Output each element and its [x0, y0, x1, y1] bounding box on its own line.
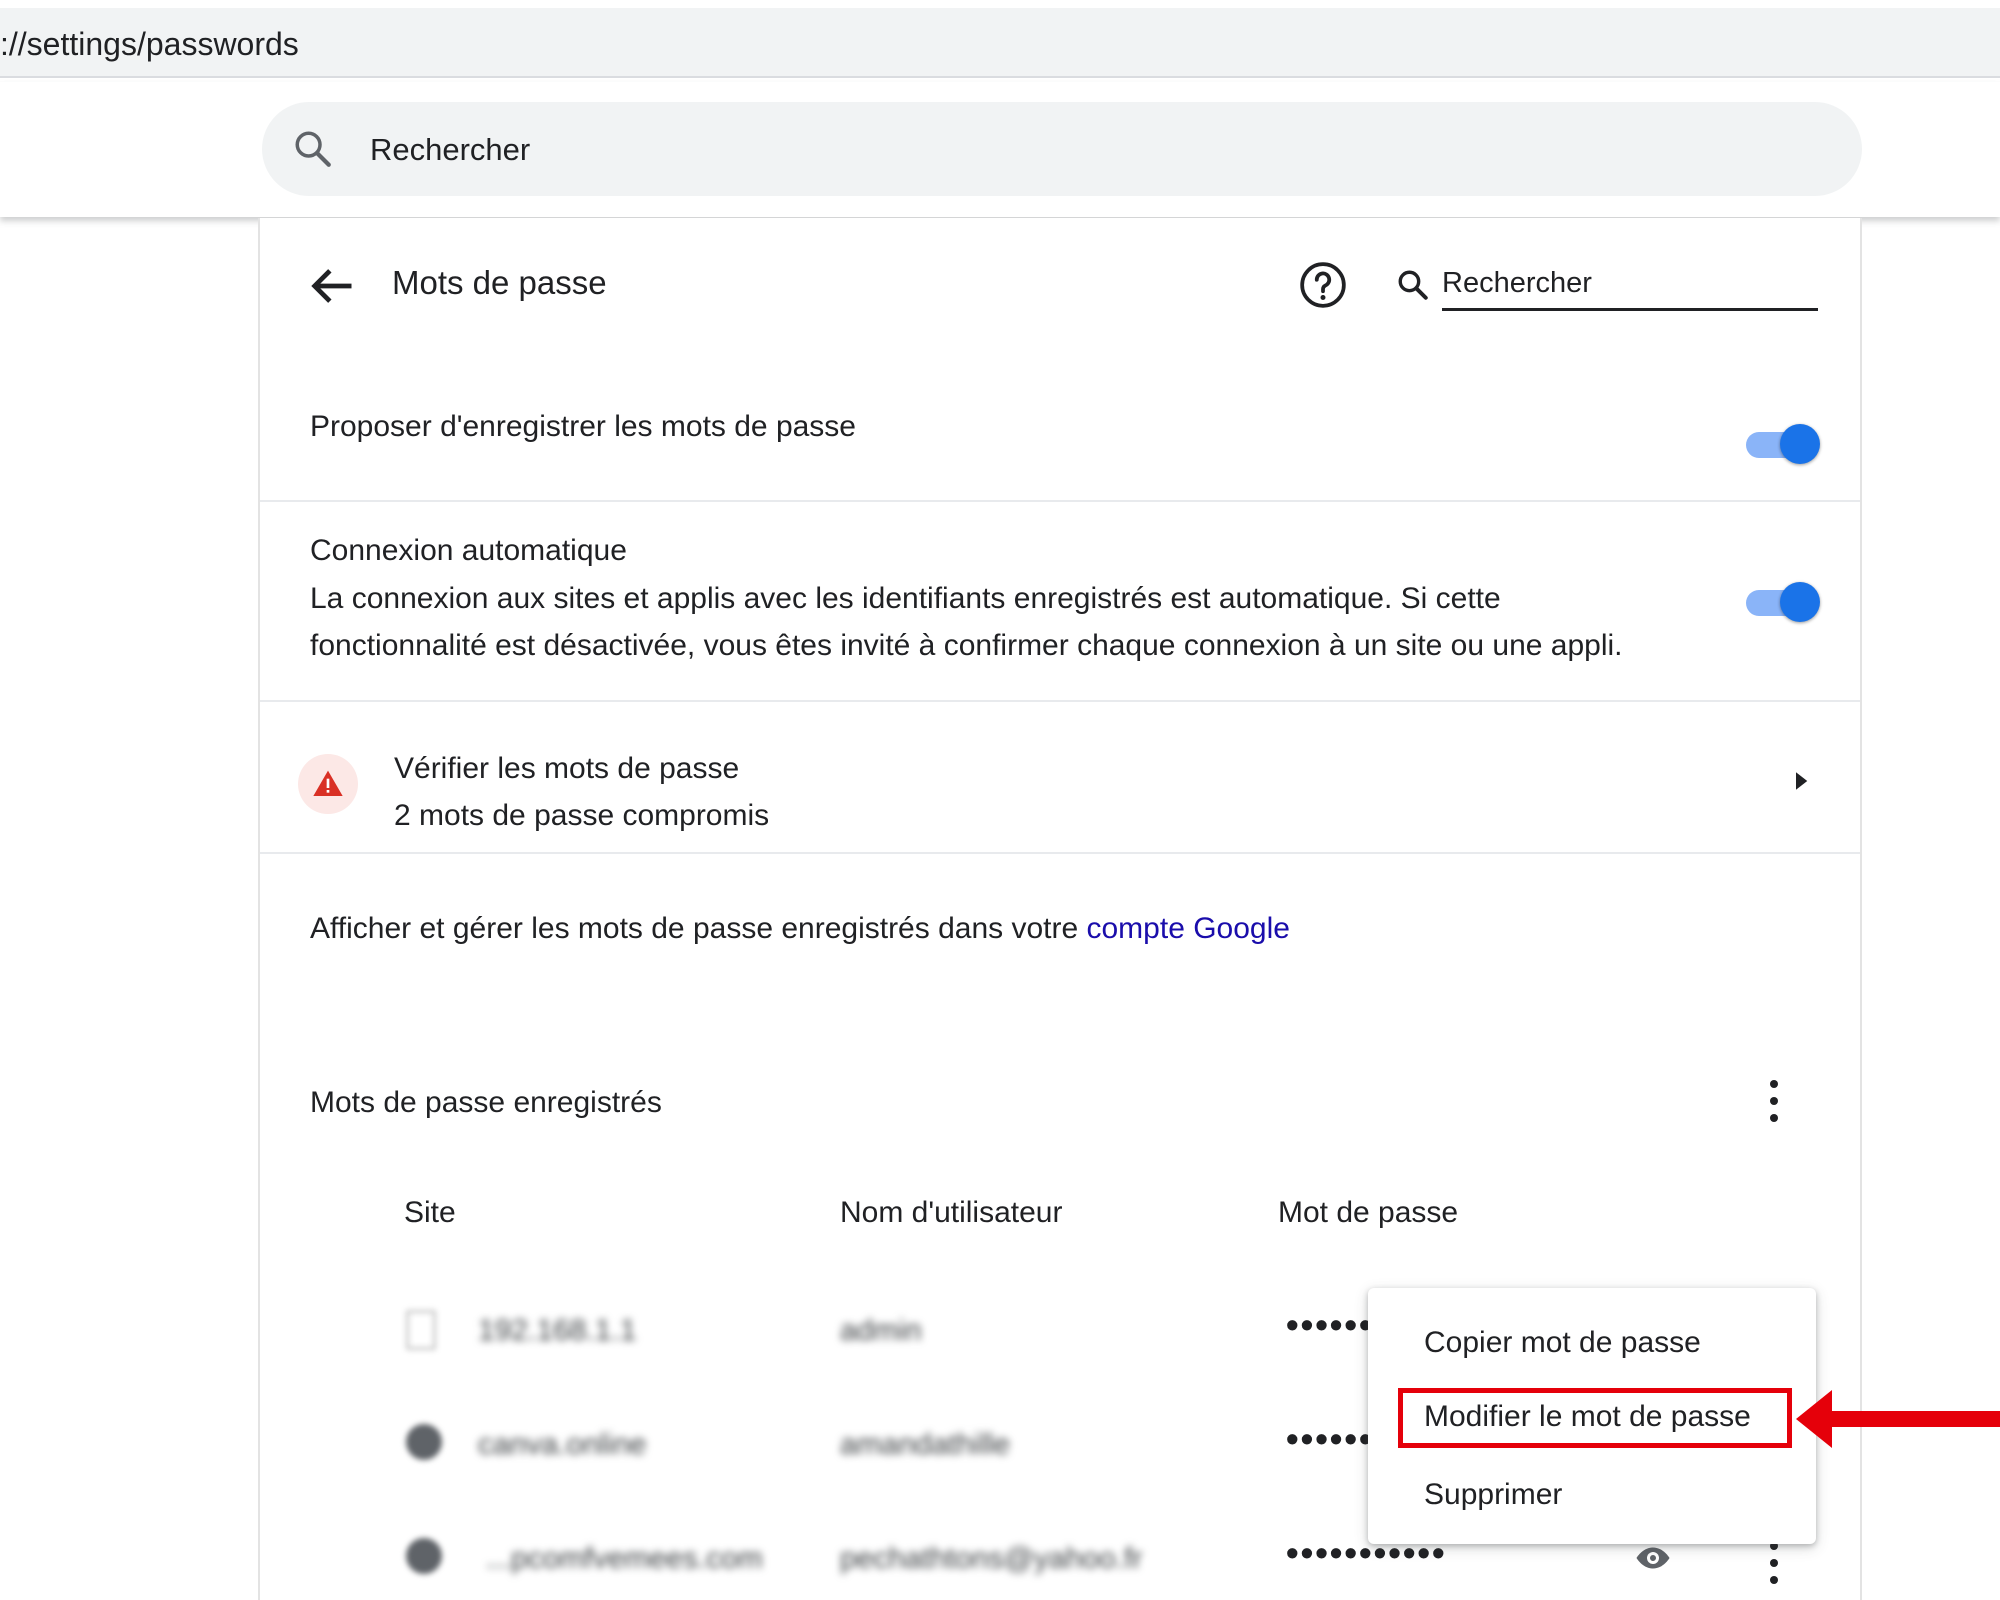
username-text: admin: [840, 1314, 922, 1347]
menu-item-delete[interactable]: Supprimer: [1424, 1478, 1562, 1512]
site-favicon: [406, 1424, 442, 1460]
page-title: Mots de passe: [392, 264, 607, 301]
manage-text: Afficher et gérer les mots de passe enre…: [310, 912, 1087, 945]
site-text: canva.online: [478, 1428, 647, 1461]
annotation-arrow-icon: [1796, 1390, 2000, 1448]
divider: [260, 500, 1860, 502]
username-text: amandathille: [840, 1428, 1011, 1461]
url-text[interactable]: ://settings/passwords: [0, 26, 299, 63]
column-header-site: Site: [404, 1196, 456, 1229]
warning-icon: [313, 770, 343, 796]
settings-toolbar: [0, 82, 2000, 217]
offer-save-row: Proposer d'enregistrer les mots de passe: [260, 298, 1860, 443]
offer-save-toggle[interactable]: [1744, 424, 1820, 464]
google-account-link[interactable]: compte Google: [1087, 912, 1290, 945]
row-more-icon[interactable]: [1762, 1538, 1786, 1590]
check-passwords-title: Vérifier les mots de passe: [394, 752, 740, 785]
auto-signin-description: fonctionnalité est désactivée, vous êtes…: [310, 629, 1623, 662]
site-favicon: [406, 1538, 442, 1574]
site-text: 192.168.1.1: [478, 1314, 637, 1347]
auto-signin-label: Connexion automatique: [310, 534, 627, 567]
check-passwords-subtitle: 2 mots de passe compromis: [394, 799, 770, 832]
column-header-password: Mot de passe: [1278, 1196, 1459, 1229]
settings-search-input[interactable]: [368, 124, 1772, 176]
toggle-knob: [1780, 424, 1820, 464]
divider: [260, 852, 1860, 854]
warning-badge: [298, 754, 358, 814]
toggle-knob: [1780, 582, 1820, 622]
password-masked: ••••••: [1286, 1304, 1374, 1345]
auto-signin-description: La connexion aux sites et applis avec le…: [310, 582, 1501, 615]
site-text: ...pcomfvemees.com: [486, 1542, 763, 1575]
site-favicon: [406, 1310, 436, 1350]
search-icon: [1398, 270, 1428, 300]
offer-save-label: Proposer d'enregistrer les mots de passe: [310, 410, 856, 443]
column-header-username: Nom d'utilisateur: [840, 1196, 1063, 1229]
saved-passwords-more-icon[interactable]: [1762, 1076, 1786, 1128]
username-text: pechathtons@yahoo.fr: [840, 1542, 1143, 1575]
menu-item-copy-password[interactable]: Copier mot de passe: [1424, 1326, 1701, 1360]
eye-icon[interactable]: [1630, 1540, 1676, 1576]
saved-passwords-title: Mots de passe enregistrés: [310, 1086, 662, 1119]
annotation-highlight-box: [1398, 1388, 1792, 1448]
auto-signin-toggle[interactable]: [1744, 582, 1820, 622]
settings-search-box[interactable]: [262, 102, 1862, 196]
password-masked: ••••••: [1286, 1418, 1374, 1459]
address-bar[interactable]: ://settings/passwords: [0, 8, 2000, 78]
manage-passwords-text: Afficher et gérer les mots de passe enre…: [310, 912, 1290, 946]
chevron-right-icon: [1796, 772, 1808, 790]
search-icon: [295, 131, 331, 167]
check-passwords-row[interactable]: Vérifier les mots de passe 2 mots de pas…: [260, 702, 1860, 852]
